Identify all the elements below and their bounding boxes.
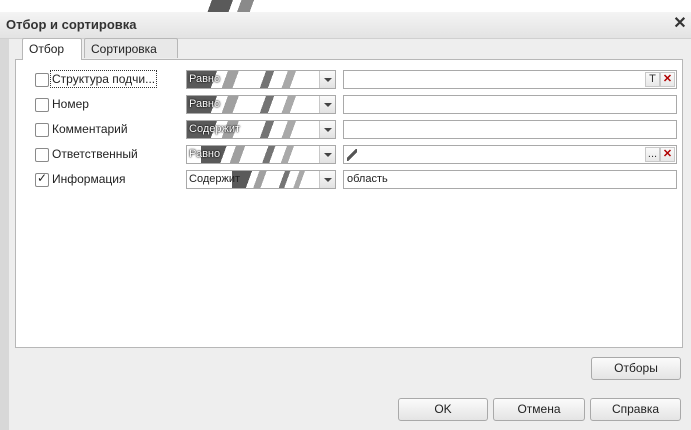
chevron-down-icon[interactable] [319,71,335,88]
chevron-down-icon[interactable] [319,146,335,163]
cancel-button[interactable]: Отмена [493,398,585,421]
filter-structure-checkbox[interactable] [35,73,49,87]
filter-comment-label[interactable]: Комментарий [52,122,128,136]
filter-responsible-value-field[interactable]: ... ✕ [343,145,677,164]
filter-structure-condition-select[interactable]: Равно [186,70,336,89]
filter-row-responsible: Ответственный Равно ... ✕ [21,144,677,165]
title-bar[interactable]: Отбор и сортировка ✕ [0,12,691,39]
tab-filter[interactable]: Отбор [22,38,82,60]
type-select-icon[interactable]: T [645,72,660,87]
filter-info-value-field[interactable]: область [343,170,677,189]
filter-row-comment: Комментарий Содержит [21,119,677,140]
filter-structure-value-field[interactable]: T ✕ [343,70,677,89]
filter-comment-condition-select[interactable]: Содержит [186,120,336,139]
chevron-down-icon[interactable] [319,121,335,138]
value-artifact [347,149,357,161]
background-strip [0,0,691,12]
condition-text: Равно [189,148,221,160]
help-button[interactable]: Справка [590,398,681,421]
filter-info-checkbox[interactable] [35,171,49,187]
background-artifact [195,0,275,12]
tab-sort[interactable]: Сортировка [84,38,178,58]
clear-icon[interactable]: ✕ [660,147,675,162]
filter-number-value-field[interactable] [343,95,677,114]
condition-text: Равно [189,73,221,85]
dialog-title: Отбор и сортировка [6,17,137,32]
filter-panel: Структура подчи... Равно T ✕ Номер Равно… [15,59,683,348]
ellipsis-icon[interactable]: ... [645,147,660,162]
chevron-down-icon[interactable] [319,171,335,188]
filter-responsible-checkbox[interactable] [35,148,49,162]
window-left-edge [0,39,9,430]
filter-row-number: Номер Равно [21,94,677,115]
filter-info-label[interactable]: Информация [52,172,125,186]
filter-responsible-label[interactable]: Ответственный [52,147,138,161]
ok-button[interactable]: OK [398,398,488,421]
filter-row-info: Информация Содержит область [21,169,677,190]
filter-structure-label[interactable]: Структура подчи... [49,70,158,88]
chevron-down-icon[interactable] [319,96,335,113]
filter-responsible-condition-select[interactable]: Равно [186,145,336,164]
condition-text: Содержит [189,173,241,185]
filter-number-condition-select[interactable]: Равно [186,95,336,114]
filter-comment-value-field[interactable] [343,120,677,139]
filter-info-condition-select[interactable]: Содержит [186,170,336,189]
clear-icon[interactable]: ✕ [660,72,675,87]
close-icon[interactable]: ✕ [671,15,689,33]
condition-text: Равно [189,98,221,110]
combo-artifact [232,171,317,188]
filter-row-structure: Структура подчи... Равно T ✕ [21,69,677,90]
filter-number-checkbox[interactable] [35,98,49,112]
value-text: область [347,173,388,185]
condition-text: Содержит [189,123,241,135]
filter-comment-checkbox[interactable] [35,123,49,137]
filters-button[interactable]: Отборы [591,357,681,380]
filter-number-label[interactable]: Номер [52,97,89,111]
